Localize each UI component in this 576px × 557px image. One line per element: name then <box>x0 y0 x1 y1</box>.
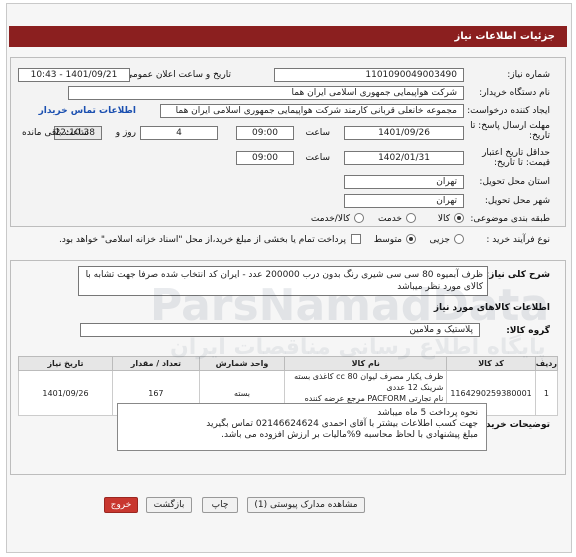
validity-date-field: 1402/01/31 <box>344 151 464 165</box>
buyer-contact-link[interactable]: اطلاعات تماس خریدار <box>39 106 136 116</box>
deadline-date-field: 1401/09/26 <box>344 126 464 140</box>
category-label: طبقه بندی موضوعی: <box>470 214 550 224</box>
category-goods-radio[interactable] <box>454 213 464 223</box>
validity-time-field: 09:00 <box>236 151 294 165</box>
need-info-panel <box>10 57 566 227</box>
province-field: تهران <box>344 175 464 189</box>
cell-date: 1401/09/26 <box>18 370 113 416</box>
cell-name-line1: ظرف یکبار مصرف لیوان cc 80 کاغذی بسته شر… <box>294 372 444 392</box>
days-remaining-field: 4 <box>140 126 218 140</box>
category-service-radio[interactable] <box>406 213 416 223</box>
category-both-label: کالا/خدمت <box>310 214 350 224</box>
category-both-radio[interactable] <box>354 213 364 223</box>
buyer-org-field: شرکت هواپیمایی جمهوری اسلامی ایران هما <box>68 86 464 100</box>
treasury-payment-checkbox[interactable] <box>351 234 361 244</box>
deadline-label: مهلت ارسال پاسخ: تا تاریخ: <box>470 121 550 141</box>
process-minor-label: جزیی <box>429 235 450 245</box>
city-label: شهر محل تحویل: <box>484 196 550 206</box>
validity-time-label: ساعت <box>305 153 331 163</box>
category-service-label: خدمت <box>378 214 402 224</box>
process-label: نوع فرآیند خرید : <box>486 235 550 245</box>
province-label: استان محل تحویل: <box>479 177 550 187</box>
buyer-notes-field: نحوه پرداخت 5 ماه میباشد جهت کسب اطلاعات… <box>117 403 487 451</box>
need-number-label: شماره نیاز: <box>507 70 550 80</box>
deadline-time-field: 09:00 <box>236 126 294 140</box>
treasury-payment-note: پرداخت تمام یا بخشی از مبلغ خرید،از محل … <box>58 235 346 245</box>
col-name: نام کالا <box>284 356 448 371</box>
category-goods-label: کالا <box>437 214 450 224</box>
remaining-time-label: ساعت باقی مانده <box>22 128 89 138</box>
creator-label: ایجاد کننده درخواست: <box>467 106 550 116</box>
back-button[interactable]: بازگشت <box>146 497 192 513</box>
announce-field: 1401/09/21 - 10:43 <box>18 68 130 82</box>
buyer-note-line: جهت کسب اطلاعات بیشتر با آقای احمدی 0214… <box>206 419 478 429</box>
need-number-field: 1101090049003490 <box>274 68 464 82</box>
day-and-label: روز و <box>115 128 136 138</box>
buyer-note-line: مبلغ پیشنهادی با لحاظ محاسبه 9%مالیات بر… <box>221 430 478 440</box>
col-qty: تعداد / مقدار <box>111 356 200 371</box>
col-code: کد کالا <box>446 356 536 371</box>
process-minor-radio[interactable] <box>454 234 464 244</box>
buyer-org-label: نام دستگاه خریدار: <box>479 88 550 98</box>
goods-group-label: گروه کالا: <box>506 326 550 336</box>
cell-row: 1 <box>534 370 559 416</box>
col-unit: واحد شمارش <box>198 356 286 371</box>
city-field: تهران <box>344 194 464 208</box>
buyer-note-line: نحوه پرداخت 5 ماه میباشد <box>377 408 478 418</box>
validity-label: حداقل تاریخ اعتبار قیمت: تا تاریخ: <box>482 148 550 168</box>
col-row: ردیف <box>534 356 559 371</box>
exit-button[interactable]: خروج <box>104 497 138 513</box>
goods-info-title: اطلاعات کالاهای مورد نیاز <box>433 303 550 313</box>
deadline-time-label: ساعت <box>305 128 331 138</box>
print-button[interactable]: چاپ <box>202 497 238 513</box>
announce-label: تاریخ و ساعت اعلان عمومی: <box>122 70 231 80</box>
creator-field: مجموعه خانعلی قربانی کارمند شرکت هواپیما… <box>160 104 464 118</box>
process-medium-label: متوسط <box>373 235 402 245</box>
goods-group-field: پلاستیک و ملامین <box>80 323 480 337</box>
attachments-button[interactable]: مشاهده مدارک پیوستی (1) <box>247 497 365 513</box>
summary-label: شرح کلی نیاز: <box>485 270 550 280</box>
page-title: جزئیات اطلاعات نیاز <box>9 26 567 47</box>
col-date: تاریخ نیاز <box>18 356 113 371</box>
summary-field: ظرف آبمیوه 80 سی سی شیری رنگ بدون درب 20… <box>78 266 488 296</box>
process-medium-radio[interactable] <box>406 234 416 244</box>
